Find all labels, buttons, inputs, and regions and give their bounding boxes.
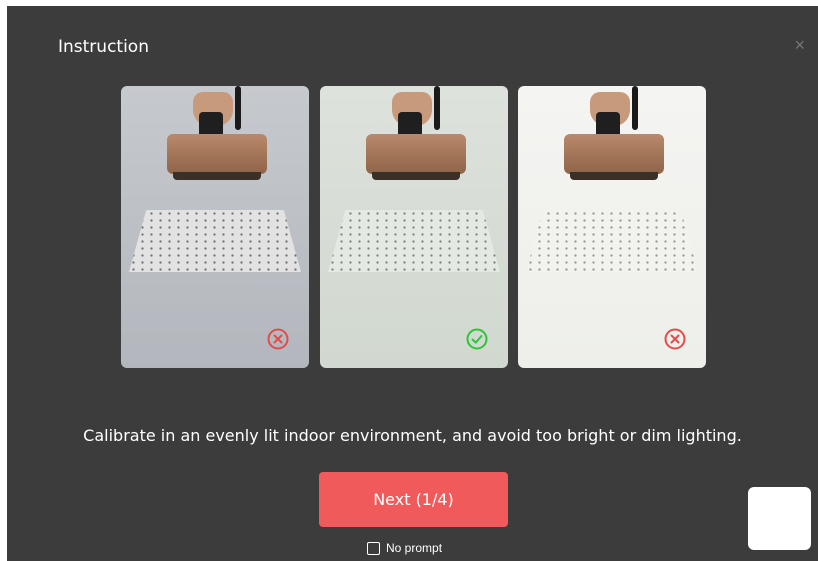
lighting-example-dim <box>121 86 309 368</box>
error-icon <box>664 328 686 350</box>
lighting-example-correct <box>320 86 508 368</box>
next-button[interactable]: Next (1/4) <box>319 472 508 527</box>
error-icon <box>267 328 289 350</box>
checkbox-icon[interactable] <box>367 541 380 555</box>
scanner-image <box>564 134 664 174</box>
no-prompt-label: No prompt <box>386 541 443 555</box>
close-icon[interactable]: × <box>794 36 805 54</box>
scanner-image <box>167 134 267 174</box>
scanner-image <box>366 134 466 174</box>
calibration-board-image <box>129 210 301 272</box>
instruction-dialog: Instruction × Calibrate in an evenly lit… <box>7 6 818 561</box>
floating-panel[interactable] <box>748 487 811 550</box>
lighting-example-bright <box>518 86 706 368</box>
calibration-board-image <box>526 210 698 272</box>
instruction-caption: Calibrate in an evenly lit indoor enviro… <box>83 426 742 445</box>
calibration-board-image <box>328 210 500 272</box>
check-icon <box>466 328 488 350</box>
no-prompt-checkbox[interactable]: No prompt <box>367 541 442 555</box>
dialog-title: Instruction <box>58 37 149 57</box>
